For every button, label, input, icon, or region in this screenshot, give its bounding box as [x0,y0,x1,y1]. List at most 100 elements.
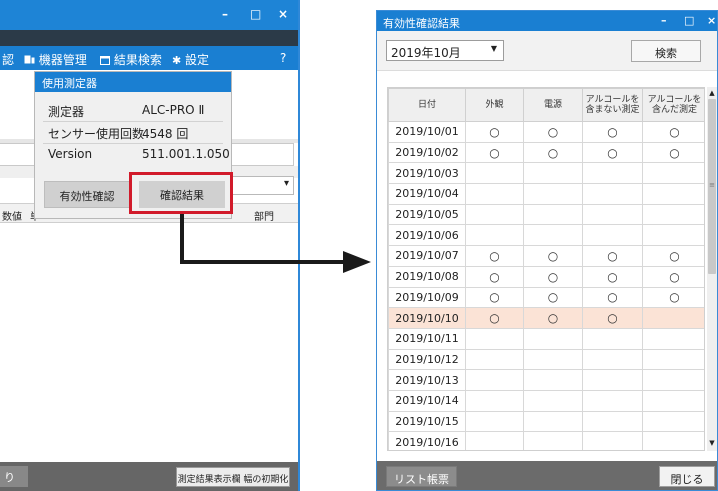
check-cell [465,203,524,226]
check-cell [523,431,583,450]
minimize-button[interactable]: – [661,14,667,27]
date-cell: 2019/10/13 [388,369,466,391]
main-menu-bar: 認 機器管理 結果検索 ✱ 設定 ? [0,46,298,70]
check-cell [582,369,643,391]
reset-column-width-button[interactable]: 測定結果表示欄 幅の初期化 [176,467,290,487]
check-cell [523,369,583,391]
table-row[interactable]: 2019/10/02 ○ ○ ○ ○ [388,141,704,164]
scroll-down-icon[interactable]: ▼ [707,439,717,447]
vertical-scrollbar[interactable]: ▲ ≡ ▼ [707,87,717,451]
check-cell [465,183,524,205]
table-row[interactable]: 2019/10/16 [388,431,704,450]
check-cell: ○ [465,121,524,143]
check-cell [523,203,583,226]
device-icon [24,55,35,64]
column-header-power[interactable]: 電源 [523,88,583,122]
search-button[interactable]: 検索 [631,40,701,62]
minimize-button[interactable]: – [222,7,228,21]
table-row[interactable]: 2019/10/06 [388,224,704,247]
table-row[interactable]: 2019/10/13 [388,369,704,391]
scroll-up-icon[interactable]: ▲ [707,89,717,97]
check-cell [582,224,643,247]
table-row[interactable]: 2019/10/04 [388,183,704,205]
version-label: Version [48,147,93,161]
check-cell [465,431,524,450]
table-row[interactable]: 2019/10/11 [388,327,704,350]
check-cell: ○ [465,265,524,288]
circle-mark-icon: ○ [607,248,618,263]
check-cell [465,389,524,412]
divider [43,121,223,122]
table-row[interactable]: 2019/10/07 ○ ○ ○ ○ [388,245,704,267]
menu-label-device-management: 機器管理 [38,53,87,67]
table-row[interactable]: 2019/10/08 ○ ○ ○ ○ [388,265,704,288]
date-cell: 2019/10/12 [388,348,466,371]
table-row[interactable]: 2019/10/09 ○ ○ ○ ○ [388,286,704,309]
close-button[interactable]: × [278,7,288,21]
table-row[interactable]: 2019/10/01 ○ ○ ○ ○ [388,121,704,143]
column-header-date[interactable]: 日付 [388,88,466,122]
check-cell [642,431,704,450]
sensor-count-label: センサー使用回数 [48,127,145,141]
column-header-department[interactable]: 部門 [254,208,274,223]
menu-item-partial[interactable]: 認 [2,51,14,68]
check-cell: ○ [523,245,583,267]
check-cell [642,307,704,329]
menu-item-settings[interactable]: ✱ 設定 [172,51,209,68]
circle-mark-icon: ○ [607,269,618,284]
column-header-with-alcohol[interactable]: アルコールを 含んだ測定 [642,88,704,122]
footer-left-button[interactable]: り [0,466,28,487]
help-button[interactable]: ? [280,51,286,65]
circle-mark-icon: ○ [547,269,559,284]
check-cell [642,327,704,350]
menu-item-result-search[interactable]: 結果検索 [100,51,162,68]
column-header[interactable]: 数値 [2,208,22,223]
circle-mark-icon: ○ [489,311,500,326]
check-cell: ○ [642,265,704,288]
month-select[interactable]: 2019年10月 ▼ [386,40,504,61]
check-cell [582,389,643,412]
list-report-button[interactable]: リスト帳票 [386,466,457,487]
column-header-no-alcohol[interactable]: アルコールを 含まない測定 [582,88,643,122]
date-cell: 2019/10/10 [388,307,466,329]
circle-mark-icon: ○ [489,269,500,284]
triangle-down-icon: ▼ [490,44,497,53]
maximize-button[interactable]: □ [684,14,694,27]
check-cell [523,327,583,350]
table-row[interactable]: 2019/10/15 [388,410,704,433]
table-row[interactable]: 2019/10/12 [388,348,704,371]
close-button[interactable]: × [707,14,716,27]
check-cell [523,410,583,433]
table-row[interactable]: 2019/10/10 ○ ○ ○ [388,307,704,329]
divider [43,143,223,144]
device-label: 測定器 [48,105,85,119]
check-cell [642,389,704,412]
table-row[interactable]: 2019/10/03 [388,162,704,185]
triangle-down-icon: ▾ [283,178,289,189]
menu-item-device-management[interactable]: 機器管理 [24,51,87,68]
maximize-button[interactable]: □ [250,7,261,21]
result-title-bar: 有効性確認結果 – □ × [377,11,717,31]
check-cell: ○ [523,265,583,288]
check-cell [465,369,524,391]
check-cell [465,410,524,433]
column-header-appearance[interactable]: 外観 [465,88,524,122]
check-cell [582,183,643,205]
check-cell [582,162,643,185]
close-dialog-button[interactable]: 閉じる [659,466,715,487]
validity-result-window: 有効性確認結果 – □ × 2019年10月 ▼ 検索 日付 外観 電源 アルコ… [376,10,718,491]
table-row[interactable]: 2019/10/05 [388,203,704,226]
check-cell [582,327,643,350]
validity-check-button[interactable]: 有効性確認 [44,181,130,208]
check-cell: ○ [582,286,643,309]
check-cell [642,162,704,185]
check-cell [523,224,583,247]
check-cell: ○ [465,141,524,164]
circle-mark-icon: ○ [607,145,618,160]
table-row[interactable]: 2019/10/14 [388,389,704,412]
check-cell: ○ [582,245,643,267]
circle-mark-icon: ○ [547,248,559,263]
filter-dropdown[interactable]: ▾ [230,176,294,195]
check-cell [523,389,583,412]
check-cell [465,327,524,350]
